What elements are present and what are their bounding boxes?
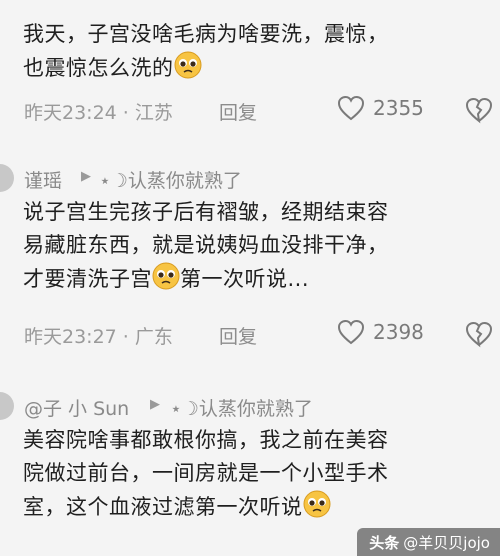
reply-arrow-icon: ▶ xyxy=(150,397,160,412)
comment-time: 昨天23:27 · 广东 xyxy=(24,326,173,348)
reply-arrow-icon: ▶ xyxy=(81,169,91,184)
like-button[interactable]: 2355 xyxy=(337,95,424,121)
comment-2-author: 谨瑶 ▶ ⋆☽认蒸你就熟了 xyxy=(0,164,500,194)
comment-3-author: @子 小 Sun ▶ ⋆☽认蒸你就熟了 xyxy=(0,392,500,422)
comment-time: 昨天23:24 · 江苏 xyxy=(24,102,173,124)
comment-3-text: 美容院啥事都敢根你搞，我之前在美容 院做过前台，一间房就是一个小型手术 室，这个… xyxy=(23,424,483,528)
watermark: 头条 @羊贝贝jojo xyxy=(357,528,500,556)
pleading-face-icon xyxy=(152,262,180,300)
dislike-button[interactable] xyxy=(464,96,494,129)
comment-2-meta: 昨天23:27 · 广东 回复 2398 xyxy=(24,319,494,349)
reply-button[interactable]: 回复 xyxy=(219,322,257,349)
comment-1-line-2: 也震惊怎么洗的 xyxy=(23,51,483,89)
author-name[interactable]: @子 小 Sun xyxy=(24,394,129,421)
reply-button[interactable]: 回复 xyxy=(219,98,257,125)
pleading-face-icon xyxy=(303,490,331,528)
comment-2-text: 说子宫生完孩子后有褶皱，经期结束容 易藏脏东西，就是说姨妈血没排干净， 才要清洗… xyxy=(23,196,483,300)
comment-3-line-2: 院做过前台，一间房就是一个小型手术 xyxy=(23,461,389,485)
like-count: 2398 xyxy=(373,320,424,344)
broken-heart-icon xyxy=(465,97,493,124)
reply-to-name[interactable]: ⋆☽认蒸你就熟了 xyxy=(99,166,242,193)
comment-1-line-1: 我天，子宫没啥毛病为啥要洗，震惊， xyxy=(23,22,389,46)
pleading-face-icon xyxy=(174,51,202,89)
comment-3-line-3: 室，这个血液过滤第一次听说 xyxy=(23,490,483,528)
comment-2-line-3: 才要清洗子宫 第一次听说... xyxy=(23,262,483,300)
comment-2-line-3-a: 才要清洗子宫 xyxy=(23,267,152,291)
heart-outline-icon xyxy=(337,319,365,345)
comment-1-text: 我天，子宫没啥毛病为啥要洗，震惊， 也震惊怎么洗的 xyxy=(23,18,483,89)
comment-1-line-2-text: 也震惊怎么洗的 xyxy=(23,56,174,80)
dislike-button[interactable] xyxy=(464,320,494,353)
author-name[interactable]: 谨瑶 xyxy=(24,166,62,193)
avatar[interactable] xyxy=(0,164,14,192)
broken-heart-icon xyxy=(465,321,493,348)
watermark-brand: 头条 xyxy=(369,533,400,552)
comment-2-line-3-b: 第一次听说... xyxy=(180,267,310,291)
comment-1-meta: 昨天23:24 · 江苏 回复 2355 xyxy=(24,95,494,125)
watermark-account: @羊贝贝jojo xyxy=(403,533,490,552)
reply-to-name[interactable]: ⋆☽认蒸你就熟了 xyxy=(170,394,313,421)
comment-2-line-1: 说子宫生完孩子后有褶皱，经期结束容 xyxy=(23,200,389,224)
comment-3-line-1: 美容院啥事都敢根你搞，我之前在美容 xyxy=(23,428,389,452)
like-count: 2355 xyxy=(373,96,424,120)
comment-3-line-3-text: 室，这个血液过滤第一次听说 xyxy=(23,495,303,519)
comment-2-line-2: 易藏脏东西，就是说姨妈血没排干净， xyxy=(23,233,389,257)
avatar[interactable] xyxy=(0,392,14,420)
heart-outline-icon xyxy=(337,95,365,121)
like-button[interactable]: 2398 xyxy=(337,319,424,345)
